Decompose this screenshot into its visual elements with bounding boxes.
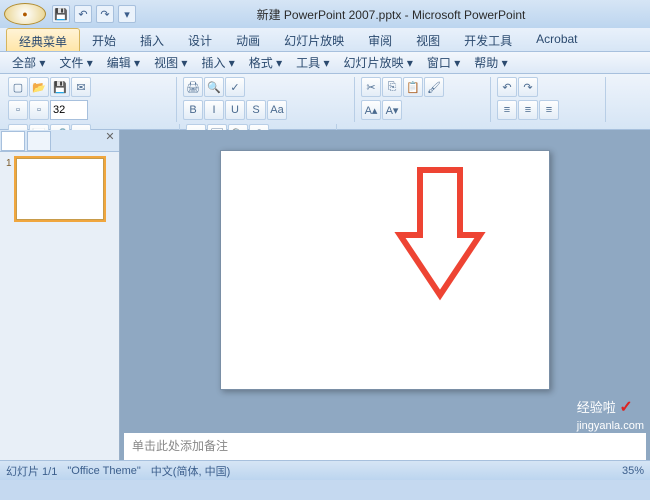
close-panel-icon[interactable]: ✕: [101, 130, 119, 151]
shadow-button[interactable]: Aa: [267, 100, 287, 120]
shrink-font-icon[interactable]: A▾: [382, 100, 402, 120]
align-right-icon[interactable]: ≡: [539, 100, 559, 120]
notes-pane[interactable]: 单击此处添加备注: [124, 430, 646, 460]
quick-access-toolbar: 💾 ↶ ↷ ▾: [52, 5, 136, 23]
print-icon[interactable]: 🖨: [183, 77, 203, 97]
qat-dropdown-icon[interactable]: ▾: [118, 5, 136, 23]
tab-home[interactable]: 开始: [80, 28, 128, 51]
slide[interactable]: [220, 150, 550, 390]
titlebar: ● 💾 ↶ ↷ ▾ 新建 PowerPoint 2007.pptx - Micr…: [0, 0, 650, 28]
italic-button[interactable]: I: [204, 100, 224, 120]
status-zoom[interactable]: 35%: [622, 465, 644, 477]
open-icon[interactable]: 📂: [29, 77, 49, 97]
statusbar: 幻灯片 1/1 "Office Theme" 中文(简体, 中国) 35%: [0, 460, 650, 480]
mail-icon[interactable]: ✉: [71, 77, 91, 97]
font-size-input[interactable]: [50, 100, 88, 120]
menu-window[interactable]: 窗口 ▾: [421, 52, 466, 73]
undo-icon[interactable]: ↶: [497, 77, 517, 97]
thumbnail-item[interactable]: 1: [6, 158, 113, 220]
slide-thumbnail[interactable]: [16, 158, 104, 220]
menu-help[interactable]: 帮助 ▾: [468, 52, 513, 73]
slides-tab[interactable]: [1, 131, 25, 151]
menu-view[interactable]: 视图 ▾: [148, 52, 193, 73]
blank2-icon[interactable]: ▫: [29, 100, 49, 120]
save-icon[interactable]: 💾: [52, 5, 70, 23]
panel-tabs: ✕: [0, 130, 119, 152]
menu-format[interactable]: 格式 ▾: [243, 52, 288, 73]
new-icon[interactable]: ▢: [8, 77, 28, 97]
toolbar: ▢ 📂 💾 ✉ ▫ ▫ 🖨 🔍 ✓ B I U S Aa ✂ ⎘ 📋: [0, 74, 650, 130]
canvas-area: 单击此处添加备注 经验啦 ✓ jingyanla.com: [120, 130, 650, 460]
tab-insert[interactable]: 插入: [128, 28, 176, 51]
window-title: 新建 PowerPoint 2007.pptx - Microsoft Powe…: [136, 6, 646, 23]
underline-button[interactable]: U: [225, 100, 245, 120]
tab-animation[interactable]: 动画: [224, 28, 272, 51]
save-icon[interactable]: 💾: [50, 77, 70, 97]
classic-menubar: 全部 ▾ 文件 ▾ 编辑 ▾ 视图 ▾ 插入 ▾ 格式 ▾ 工具 ▾ 幻灯片放映…: [0, 52, 650, 74]
ribbon-tabs: 经典菜单 开始 插入 设计 动画 幻灯片放映 审阅 视图 开发工具 Acroba…: [0, 28, 650, 52]
align-left-icon[interactable]: ≡: [497, 100, 517, 120]
menu-all[interactable]: 全部 ▾: [6, 52, 51, 73]
status-slide: 幻灯片 1/1: [6, 463, 57, 479]
menu-edit[interactable]: 编辑 ▾: [101, 52, 146, 73]
format-painter-icon[interactable]: 🖌: [424, 77, 444, 97]
menu-slideshow[interactable]: 幻灯片放映 ▾: [338, 52, 419, 73]
paste-icon[interactable]: 📋: [403, 77, 423, 97]
copy-icon[interactable]: ⎘: [382, 77, 402, 97]
align-center-icon[interactable]: ≡: [518, 100, 538, 120]
preview-icon[interactable]: 🔍: [204, 77, 224, 97]
menu-tools[interactable]: 工具 ▾: [290, 52, 335, 73]
tab-design[interactable]: 设计: [176, 28, 224, 51]
undo-icon[interactable]: ↶: [74, 5, 92, 23]
main-area: ✕ 1 单击此处添加备注 经验啦 ✓ jingyanla.com: [0, 130, 650, 460]
slide-number: 1: [6, 158, 12, 220]
cut-icon[interactable]: ✂: [361, 77, 381, 97]
redo-icon[interactable]: ↷: [518, 77, 538, 97]
thumbnails: 1: [0, 152, 119, 460]
slides-panel: ✕ 1: [0, 130, 120, 460]
grow-font-icon[interactable]: A▴: [361, 100, 381, 120]
outline-tab[interactable]: [27, 131, 51, 151]
status-theme: "Office Theme": [67, 465, 140, 477]
blank-icon[interactable]: ▫: [8, 100, 28, 120]
office-button[interactable]: ●: [4, 3, 46, 25]
bold-button[interactable]: B: [183, 100, 203, 120]
tab-view[interactable]: 视图: [404, 28, 452, 51]
redo-icon[interactable]: ↷: [96, 5, 114, 23]
strike-button[interactable]: S: [246, 100, 266, 120]
tab-slideshow[interactable]: 幻灯片放映: [272, 28, 356, 51]
tab-developer[interactable]: 开发工具: [452, 28, 524, 51]
spell-icon[interactable]: ✓: [225, 77, 245, 97]
status-language: 中文(简体, 中国): [151, 463, 230, 479]
slide-canvas[interactable]: [120, 130, 650, 430]
tab-acrobat[interactable]: Acrobat: [524, 28, 589, 51]
tab-classic-menu[interactable]: 经典菜单: [6, 28, 80, 51]
menu-file[interactable]: 文件 ▾: [53, 52, 98, 73]
menu-insert[interactable]: 插入 ▾: [195, 52, 240, 73]
tab-review[interactable]: 审阅: [356, 28, 404, 51]
